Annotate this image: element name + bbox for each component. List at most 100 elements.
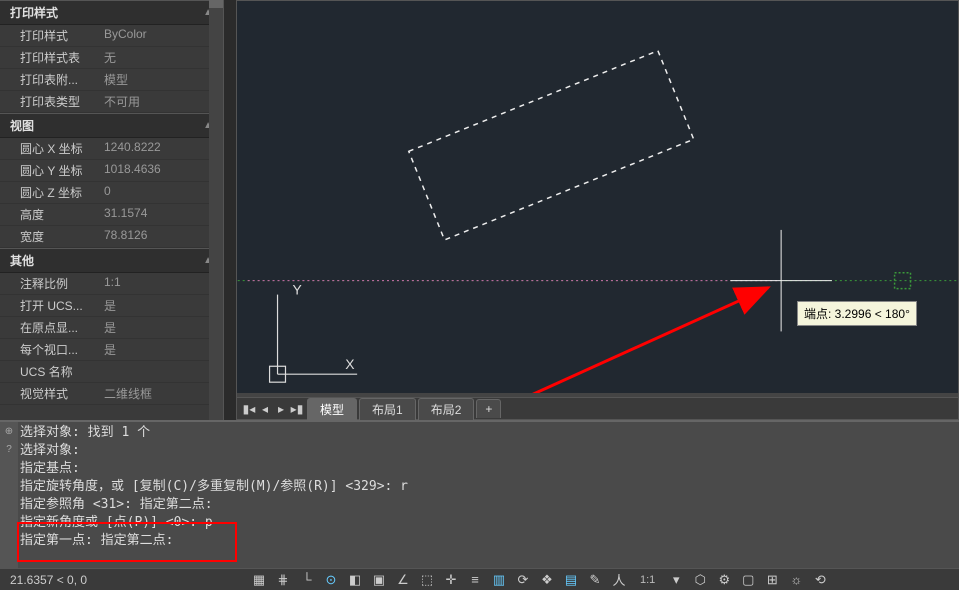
prop-row[interactable]: 圆心 Z 坐标0: [0, 182, 223, 204]
prop-value[interactable]: 1018.4636: [100, 162, 223, 179]
drawing-canvas[interactable]: Y X 端点: 3.2996 < 180° ▮◂ ◂ ▸ ▸▮ 模型 布局1 布…: [236, 0, 959, 420]
quickprops-icon[interactable]: ▤: [562, 572, 580, 588]
prop-label: 打印表附...: [20, 71, 100, 88]
anno-auto-icon[interactable]: ⬡: [691, 572, 709, 588]
cycle-icon[interactable]: ⟳: [514, 572, 532, 588]
prop-label: 在原点显...: [20, 319, 100, 336]
prop-label: 打开 UCS...: [20, 297, 100, 314]
prop-value[interactable]: 是: [100, 297, 223, 314]
tab-layout1[interactable]: 布局1: [359, 398, 416, 420]
command-lines[interactable]: 选择对象: 找到 1 个 选择对象: 指定基点: 指定旋转角度，或 [复制(C)…: [20, 424, 955, 550]
prop-value[interactable]: 不可用: [100, 93, 223, 110]
dynucs-icon[interactable]: ⬚: [418, 572, 436, 588]
layout-tabs: ▮◂ ◂ ▸ ▸▮ 模型 布局1 布局2 +: [237, 397, 958, 419]
ortho-icon[interactable]: └: [298, 572, 316, 588]
tab-layout2[interactable]: 布局2: [418, 398, 475, 420]
cmd-line: 指定新角度或 [点(P)] <0>: p: [20, 514, 955, 532]
prop-value[interactable]: ByColor: [100, 27, 223, 44]
tooltip-text: 端点: 3.2996 < 180°: [804, 307, 910, 321]
section-header-view[interactable]: 视图 ▲: [0, 113, 223, 138]
prop-value[interactable]: 0: [100, 184, 223, 201]
cmd-help-icon[interactable]: ?: [2, 444, 16, 458]
svg-text:X: X: [345, 356, 354, 372]
cmd-line: 指定旋转角度，或 [复制(C)/多重复制(M)/参照(R)] <329>: r: [20, 478, 955, 496]
workspace-icon[interactable]: ⚙: [715, 572, 733, 588]
prop-row[interactable]: 每个视口...是: [0, 339, 223, 361]
prop-row[interactable]: 圆心 Y 坐标1018.4636: [0, 160, 223, 182]
prop-row[interactable]: 打印表类型不可用: [0, 91, 223, 113]
monitor-icon[interactable]: ▢: [739, 572, 757, 588]
snap-icon[interactable]: ⋕: [274, 572, 292, 588]
prop-label: 注释比例: [20, 275, 100, 292]
isolate-icon[interactable]: ☼: [787, 572, 805, 588]
polar-tooltip: 端点: 3.2996 < 180°: [797, 301, 917, 326]
lineweight-icon[interactable]: ≡: [466, 572, 484, 588]
transparency-icon[interactable]: ▥: [490, 572, 508, 588]
prop-row[interactable]: 在原点显...是: [0, 317, 223, 339]
panel-scrollbar-track[interactable]: [209, 0, 223, 420]
clean-icon[interactable]: ⟲: [811, 572, 829, 588]
anno-scale-dropdown-icon[interactable]: ▾: [667, 572, 685, 588]
prop-label: 打印表类型: [20, 93, 100, 110]
dyn-input-icon[interactable]: ✛: [442, 572, 460, 588]
section-title: 视图: [10, 117, 34, 134]
tab-add[interactable]: +: [476, 399, 501, 418]
canvas-svg: Y X: [237, 1, 958, 419]
prop-row[interactable]: 宽度78.8126: [0, 226, 223, 248]
panel-scrollbar-thumb[interactable]: [209, 0, 223, 8]
grid-icon[interactable]: ▦: [250, 572, 268, 588]
tab-nav-last-icon[interactable]: ▸▮: [289, 402, 305, 416]
cmd-line: 选择对象: 找到 1 个: [20, 424, 955, 442]
prop-row[interactable]: 打印表附...模型: [0, 69, 223, 91]
prop-label: 圆心 Y 坐标: [20, 162, 100, 179]
prop-label: 打印样式表: [20, 49, 100, 66]
cmd-line: 指定参照角 <31>: 指定第二点:: [20, 496, 955, 514]
prop-value[interactable]: 无: [100, 49, 223, 66]
svg-text:Y: Y: [292, 282, 301, 298]
tab-nav-prev-icon[interactable]: ◂: [257, 402, 273, 416]
prop-value[interactable]: 1:1: [100, 275, 223, 292]
cmd-pin-icon[interactable]: ⊕: [2, 426, 16, 440]
prop-value[interactable]: 31.1574: [100, 206, 223, 223]
prop-row[interactable]: 注释比例1:1: [0, 273, 223, 295]
cmd-line: 指定基点:: [20, 460, 955, 478]
tab-model[interactable]: 模型: [307, 398, 357, 420]
prop-value[interactable]: 78.8126: [100, 228, 223, 245]
prop-row[interactable]: UCS 名称: [0, 361, 223, 383]
prop-row[interactable]: 打印样式表无: [0, 47, 223, 69]
annotation-icon[interactable]: ✎: [586, 572, 604, 588]
tab-nav-first-icon[interactable]: ▮◂: [241, 402, 257, 416]
prop-row[interactable]: 打开 UCS...是: [0, 295, 223, 317]
prop-label: 每个视口...: [20, 341, 100, 358]
prop-label: 打印样式: [20, 27, 100, 44]
prop-row[interactable]: 视觉样式二维线框: [0, 383, 223, 405]
iso-icon[interactable]: ◧: [346, 572, 364, 588]
prop-row[interactable]: 高度31.1574: [0, 204, 223, 226]
prop-label: UCS 名称: [20, 363, 100, 380]
anno-scale-text[interactable]: 1:1: [634, 574, 661, 586]
prop-value[interactable]: 1240.8222: [100, 140, 223, 157]
osnap-icon[interactable]: ▣: [370, 572, 388, 588]
anno-scale-person-icon[interactable]: 人: [610, 572, 628, 588]
cmd-line: 指定第一点: 指定第二点:: [20, 532, 955, 550]
prop-label: 高度: [20, 206, 100, 223]
status-coords[interactable]: 21.6357 < 0, 0: [0, 573, 250, 587]
prop-value[interactable]: 二维线框: [100, 385, 223, 402]
cmd-line: 选择对象:: [20, 442, 955, 460]
prop-value[interactable]: 是: [100, 341, 223, 358]
prop-row[interactable]: 圆心 X 坐标1240.8222: [0, 138, 223, 160]
prop-value[interactable]: 是: [100, 319, 223, 336]
command-history: ⊕ ? 选择对象: 找到 1 个 选择对象: 指定基点: 指定旋转角度，或 [复…: [0, 420, 959, 568]
prop-row[interactable]: 打印样式ByColor: [0, 25, 223, 47]
prop-value[interactable]: [100, 363, 223, 380]
properties-panel: 打印样式 ▲ 打印样式ByColor 打印样式表无 打印表附...模型 打印表类…: [0, 0, 224, 420]
hardware-icon[interactable]: ⊞: [763, 572, 781, 588]
tab-nav-next-icon[interactable]: ▸: [273, 402, 289, 416]
polar-icon[interactable]: ⊙: [322, 572, 340, 588]
prop-label: 圆心 X 坐标: [20, 140, 100, 157]
section-header-print-style[interactable]: 打印样式 ▲: [0, 0, 223, 25]
section-header-other[interactable]: 其他 ▲: [0, 248, 223, 273]
prop-value[interactable]: 模型: [100, 71, 223, 88]
3dosnap-icon[interactable]: ❖: [538, 572, 556, 588]
otrack-icon[interactable]: ∠: [394, 572, 412, 588]
